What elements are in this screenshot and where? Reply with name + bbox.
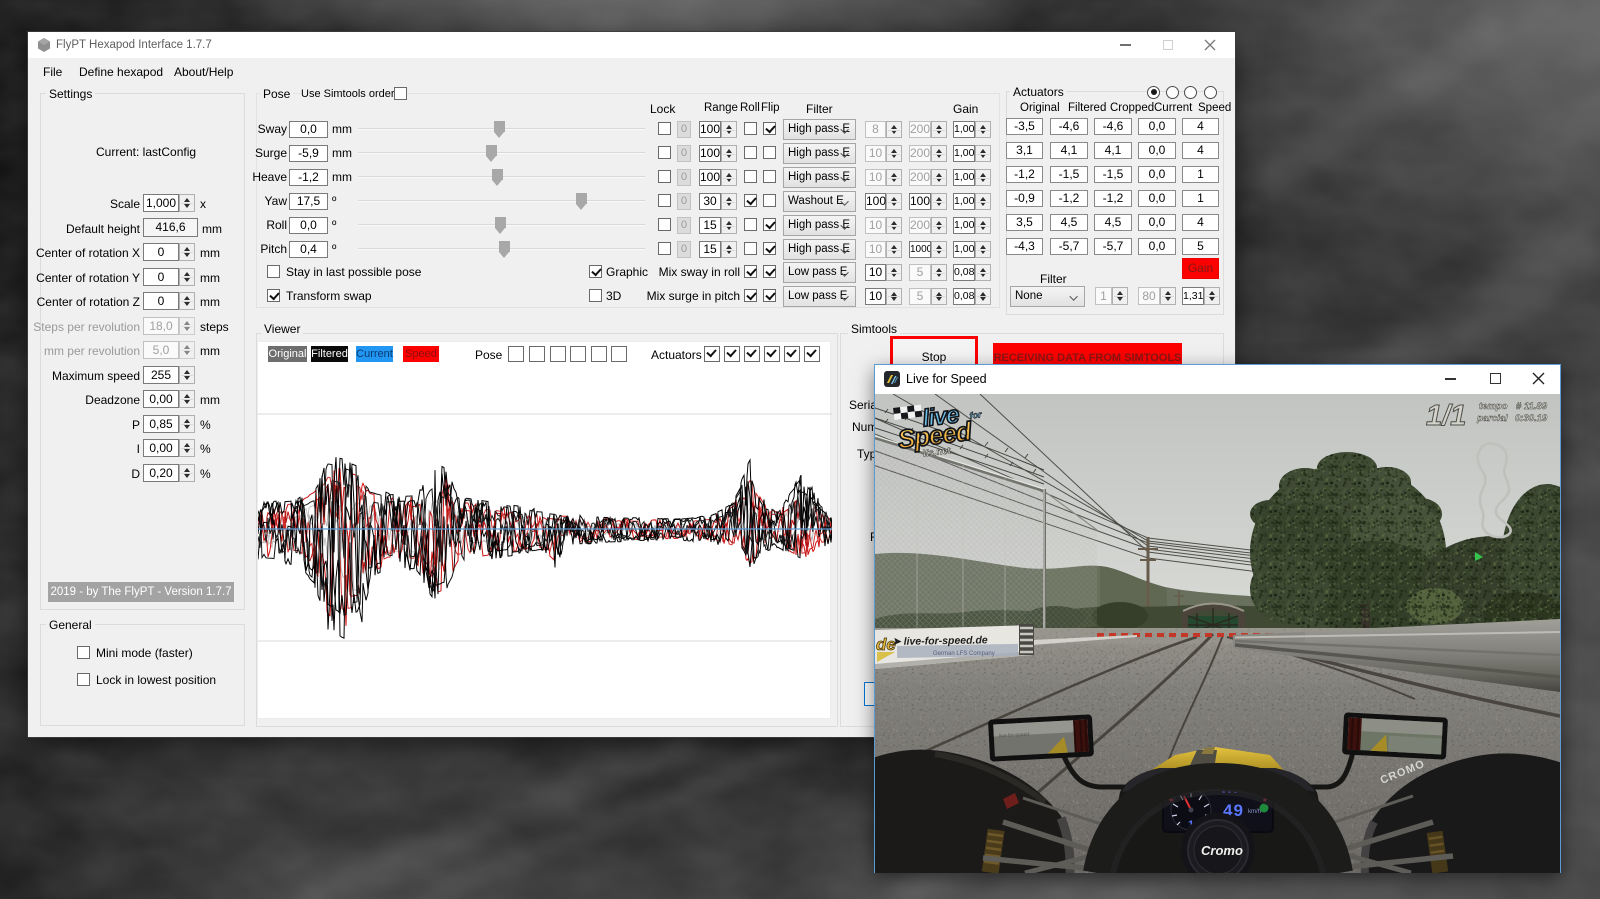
svg-text:for: for bbox=[969, 409, 983, 420]
svg-text:tempo: tempo bbox=[1479, 401, 1508, 412]
svg-text:➤ live-for-speed.de: ➤ live-for-speed.de bbox=[892, 634, 988, 648]
svg-text:# 11.89: # 11.89 bbox=[1516, 401, 1548, 412]
svg-text:Cromo: Cromo bbox=[1201, 843, 1243, 858]
svg-text:1/1: 1/1 bbox=[1426, 400, 1466, 432]
svg-text:German LFS Company: German LFS Company bbox=[933, 651, 995, 657]
svg-text:parcial: parcial bbox=[1476, 413, 1508, 424]
svg-text:km/h: km/h bbox=[1248, 809, 1261, 815]
svg-text:0:30.19: 0:30.19 bbox=[1515, 413, 1548, 424]
